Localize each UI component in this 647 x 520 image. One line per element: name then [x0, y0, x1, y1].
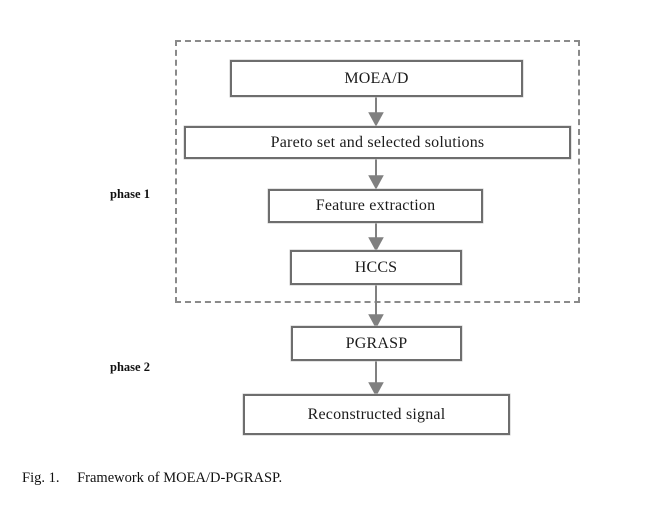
- node-hccs-label: HCCS: [354, 258, 398, 276]
- node-reconstructed-signal-label: Reconstructed signal: [307, 405, 446, 423]
- figure-caption: Fig. 1. Framework of MOEA/D-PGRASP.: [22, 470, 282, 487]
- node-moead[interactable]: MOEA/D: [230, 60, 523, 97]
- node-reconstructed-signal[interactable]: Reconstructed signal: [243, 394, 510, 435]
- node-feature-extraction-label: Feature extraction: [315, 197, 436, 214]
- node-pgrasp[interactable]: PGRASP: [291, 326, 462, 361]
- node-pgrasp-label: PGRASP: [345, 334, 408, 352]
- node-feature-extraction[interactable]: Feature extraction: [268, 189, 483, 223]
- phase-2-label: phase 2: [110, 360, 150, 374]
- figure-caption-label: Fig. 1.: [22, 470, 60, 486]
- node-moead-label: MOEA/D: [344, 69, 409, 87]
- node-pareto-set[interactable]: Pareto set and selected solutions: [184, 126, 571, 159]
- phase-1-label: phase 1: [110, 187, 150, 201]
- figure-caption-text: Framework of MOEA/D-PGRASP.: [77, 470, 283, 486]
- figure-framework: phase 1 phase 2 MOEA/D Pareto set and se…: [0, 0, 647, 520]
- node-hccs[interactable]: HCCS: [290, 250, 462, 285]
- node-pareto-set-label: Pareto set and selected solutions: [270, 133, 485, 151]
